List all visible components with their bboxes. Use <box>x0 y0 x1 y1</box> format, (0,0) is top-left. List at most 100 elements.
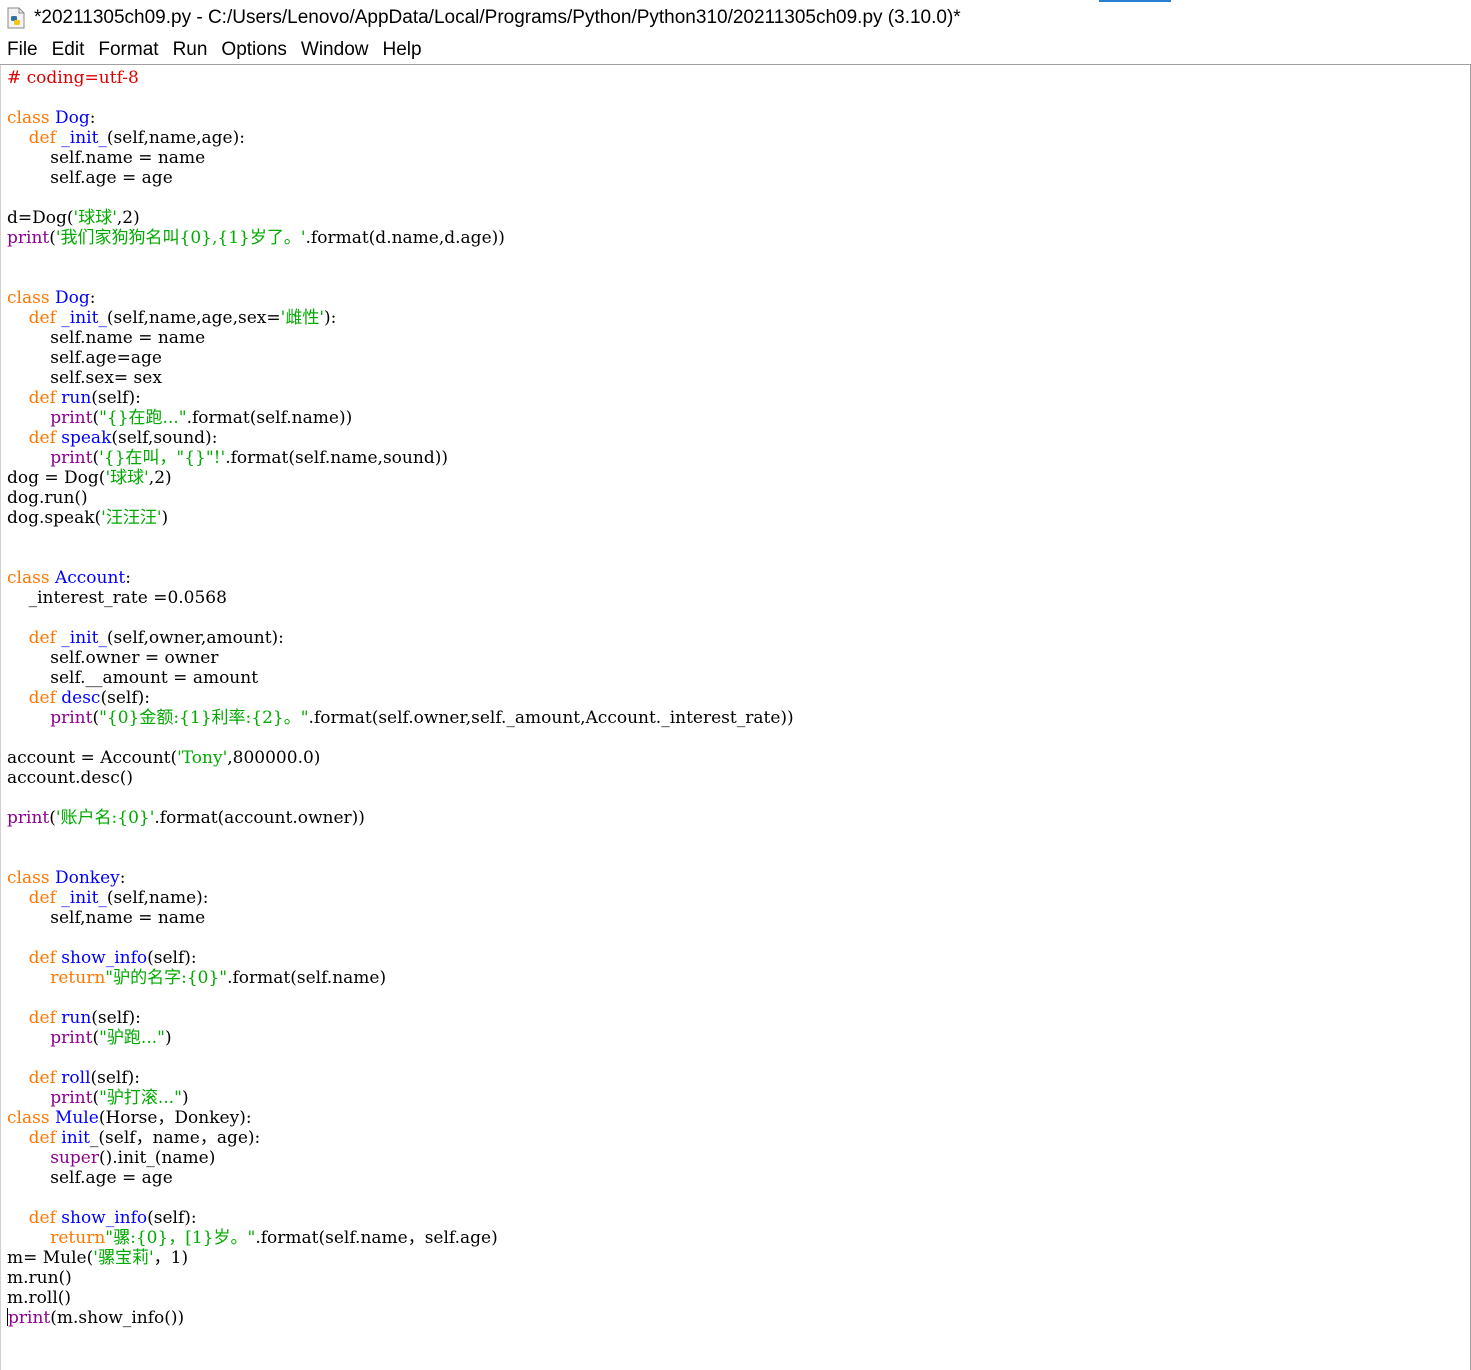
code-line[interactable]: def run(self): <box>7 388 794 408</box>
code-line[interactable]: def _init_(self,owner,amount): <box>7 628 794 648</box>
code-line[interactable] <box>7 848 794 868</box>
menu-window[interactable]: Window <box>294 39 376 61</box>
code-token: self.age=age <box>7 348 162 368</box>
code-token: .format(account.owner)) <box>154 808 365 828</box>
code-line[interactable]: self.__amount = amount <box>7 668 794 688</box>
code-line[interactable]: return"骡:{0}，[1}岁。".format(self.name，sel… <box>7 1228 794 1248</box>
menu-options[interactable]: Options <box>214 39 293 61</box>
code-line[interactable]: dog.speak('汪汪汪') <box>7 508 794 528</box>
code-line[interactable]: self.owner = owner <box>7 648 794 668</box>
code-token: desc <box>61 688 101 708</box>
code-line[interactable]: class Dog: <box>7 288 794 308</box>
code-token: class <box>7 1108 55 1128</box>
code-line[interactable]: print('我们家狗狗名叫{0},{1}岁了。'.format(d.name,… <box>7 228 794 248</box>
code-token: account.desc() <box>7 768 133 788</box>
code-token: "驴跑..." <box>99 1028 165 1048</box>
code-line[interactable]: def init_(self，name，age): <box>7 1128 794 1148</box>
code-token: return <box>50 968 106 988</box>
code-token: _init_ <box>61 888 107 908</box>
code-line[interactable]: d=Dog('球球',2) <box>7 208 794 228</box>
code-line[interactable]: self.sex= sex <box>7 368 794 388</box>
code-line[interactable] <box>7 988 794 1008</box>
code-line[interactable] <box>7 1048 794 1068</box>
code-editor[interactable]: # coding=utf-8 class Dog: def _init_(self… <box>0 65 1471 1370</box>
code-line[interactable]: class Mule(Horse，Donkey): <box>7 1108 794 1128</box>
code-token: '账户名:{0}' <box>55 808 155 828</box>
code-line[interactable] <box>7 268 794 288</box>
code-text-area[interactable]: # coding=utf-8 class Dog: def _init_(self… <box>7 68 794 1328</box>
code-line[interactable] <box>7 788 794 808</box>
code-token: : <box>125 568 131 588</box>
code-line[interactable]: m= Mule('骡宝莉'，1) <box>7 1248 794 1268</box>
code-token: def <box>28 1128 62 1148</box>
menu-format[interactable]: Format <box>91 39 165 61</box>
code-line[interactable]: # coding=utf-8 <box>7 68 794 88</box>
code-line[interactable]: _interest_rate =0.0568 <box>7 588 794 608</box>
title-accent-bar <box>1099 0 1171 2</box>
code-token: : <box>119 868 126 888</box>
code-line[interactable]: def _init_(self,name,age,sex='雌性'): <box>7 308 794 328</box>
code-line[interactable]: self.age=age <box>7 348 794 368</box>
code-line[interactable]: print("驴跑...") <box>7 1028 794 1048</box>
menu-help[interactable]: Help <box>375 39 428 61</box>
code-token: ) <box>181 1088 189 1108</box>
code-token: '{}在叫，"{}"!' <box>99 448 226 468</box>
code-line[interactable]: def show_info(self): <box>7 948 794 968</box>
code-line[interactable] <box>7 88 794 108</box>
code-token: self.__amount = amount <box>7 668 259 688</box>
code-line[interactable]: return"驴的名字:{0}".format(self.name) <box>7 968 794 988</box>
code-line[interactable]: self.age = age <box>7 1168 794 1188</box>
code-line[interactable] <box>7 828 794 848</box>
code-token: self.age = age <box>7 1168 173 1188</box>
code-line[interactable]: m.run() <box>7 1268 794 1288</box>
code-line[interactable] <box>7 608 794 628</box>
code-line[interactable] <box>7 528 794 548</box>
code-line[interactable] <box>7 248 794 268</box>
code-token: ) <box>164 1028 172 1048</box>
code-line[interactable]: account = Account('Tony',800000.0) <box>7 748 794 768</box>
code-line[interactable]: class Account: <box>7 568 794 588</box>
code-line[interactable]: self.name = name <box>7 328 794 348</box>
code-token: print <box>7 228 50 248</box>
code-token: self.name = name <box>7 148 206 168</box>
code-line[interactable] <box>7 928 794 948</box>
code-token: ，1) <box>153 1248 189 1268</box>
code-line[interactable] <box>7 188 794 208</box>
code-line[interactable]: def _init_(self,name): <box>7 888 794 908</box>
code-line[interactable]: super().init_(name) <box>7 1148 794 1168</box>
code-line[interactable]: class Dog: <box>7 108 794 128</box>
menu-bar: File Edit Format Run Options Window Help <box>0 36 1471 65</box>
code-line[interactable]: def _init_(self,name,age): <box>7 128 794 148</box>
code-line[interactable]: dog = Dog('球球',2) <box>7 468 794 488</box>
code-line[interactable]: def run(self): <box>7 1008 794 1028</box>
code-line[interactable]: print("驴打滚...") <box>7 1088 794 1108</box>
code-line[interactable]: print('账户名:{0}'.format(account.owner)) <box>7 808 794 828</box>
code-token: show_info <box>61 1208 148 1228</box>
code-line[interactable]: self.name = name <box>7 148 794 168</box>
code-line[interactable] <box>7 1188 794 1208</box>
menu-run[interactable]: Run <box>166 39 215 61</box>
code-line[interactable]: account.desc() <box>7 768 794 788</box>
code-line[interactable]: print("{0}金额:{1}利率:{2}。".format(self.own… <box>7 708 793 728</box>
code-line[interactable]: print(m.show_info()) <box>7 1308 794 1328</box>
code-token: .format(self.name) <box>227 968 387 988</box>
code-line[interactable]: self,name = name <box>7 908 794 928</box>
code-line[interactable]: print('{}在叫，"{}"!'.format(self.name,soun… <box>7 448 794 468</box>
code-line[interactable] <box>7 548 794 568</box>
code-line[interactable]: print("{}在跑...".format(self.name)) <box>7 408 794 428</box>
code-line[interactable]: def speak(self,sound): <box>7 428 794 448</box>
code-line[interactable]: m.roll() <box>7 1288 794 1308</box>
code-token: m.roll() <box>7 1288 72 1308</box>
menu-file[interactable]: File <box>0 39 45 61</box>
code-line[interactable]: def roll(self): <box>7 1068 794 1088</box>
code-line[interactable]: class Donkey: <box>7 868 794 888</box>
menu-edit[interactable]: Edit <box>45 39 92 61</box>
code-line[interactable]: def show_info(self): <box>7 1208 794 1228</box>
code-line[interactable] <box>7 728 794 748</box>
code-line[interactable]: dog.run() <box>7 488 794 508</box>
code-line[interactable]: def desc(self): <box>7 688 794 708</box>
code-line[interactable]: self.age = age <box>7 168 794 188</box>
